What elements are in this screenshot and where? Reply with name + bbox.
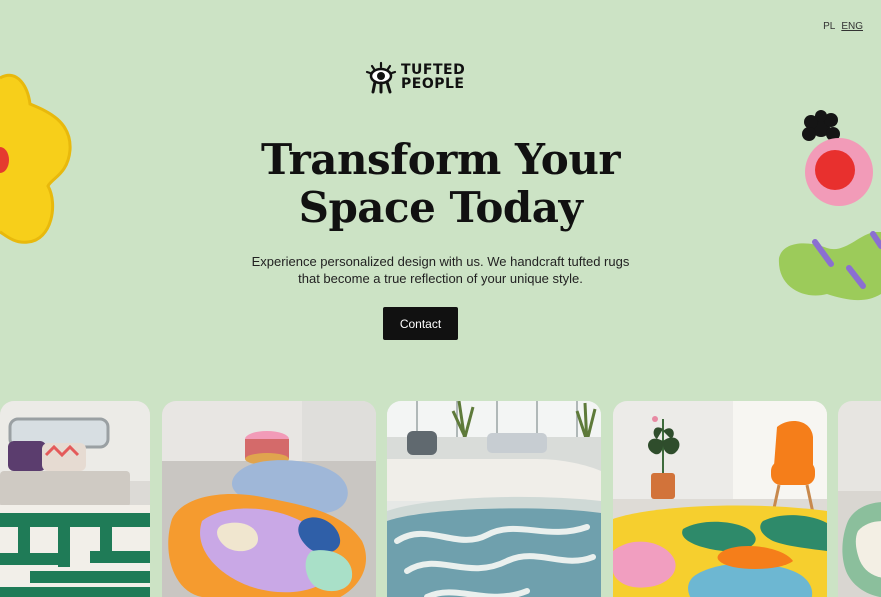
lang-eng-link[interactable]: ENG — [841, 21, 863, 32]
headline-line-2: Space Today — [298, 183, 583, 232]
rug-photo-orange-chair — [613, 401, 827, 597]
lang-pl-link[interactable]: PL — [823, 21, 835, 32]
hero-headline: Transform Your Space Today — [0, 136, 881, 232]
gallery-card-partial[interactable] — [838, 401, 881, 597]
brand-wordmark: TUFTED PEOPLE — [401, 63, 465, 91]
headline-line-1: Transform Your — [260, 135, 621, 184]
rug-photo-living-room — [387, 401, 601, 597]
brand-line-2: PEOPLE — [401, 76, 465, 92]
brand-logo[interactable]: TUFTED PEOPLE — [364, 60, 465, 94]
brand-line-1: TUFTED — [401, 62, 466, 78]
gallery-card-living-room[interactable] — [387, 401, 601, 597]
rug-photo-pastel-loft — [162, 401, 376, 597]
colorful-rug-cluster-illustration — [778, 110, 881, 301]
eye-mascot-icon — [365, 61, 397, 94]
hero-subtext: Experience personalized design with us. … — [0, 253, 881, 287]
rug-photo-gallery — [0, 401, 881, 597]
gallery-card-camper-van[interactable] — [0, 401, 150, 597]
subtext-line-1: Experience personalized design with us. … — [251, 254, 630, 269]
contact-button[interactable]: Contact — [383, 307, 458, 340]
rug-photo-partial — [838, 401, 881, 597]
yellow-flower-rug-illustration — [0, 74, 72, 244]
rug-photo-camper-van — [0, 401, 150, 597]
gallery-card-orange-chair[interactable] — [613, 401, 827, 597]
subtext-line-2: that become a true reflection of your un… — [298, 271, 583, 286]
gallery-card-pastel-loft[interactable] — [162, 401, 376, 597]
language-switcher: PL ENG — [823, 21, 863, 32]
